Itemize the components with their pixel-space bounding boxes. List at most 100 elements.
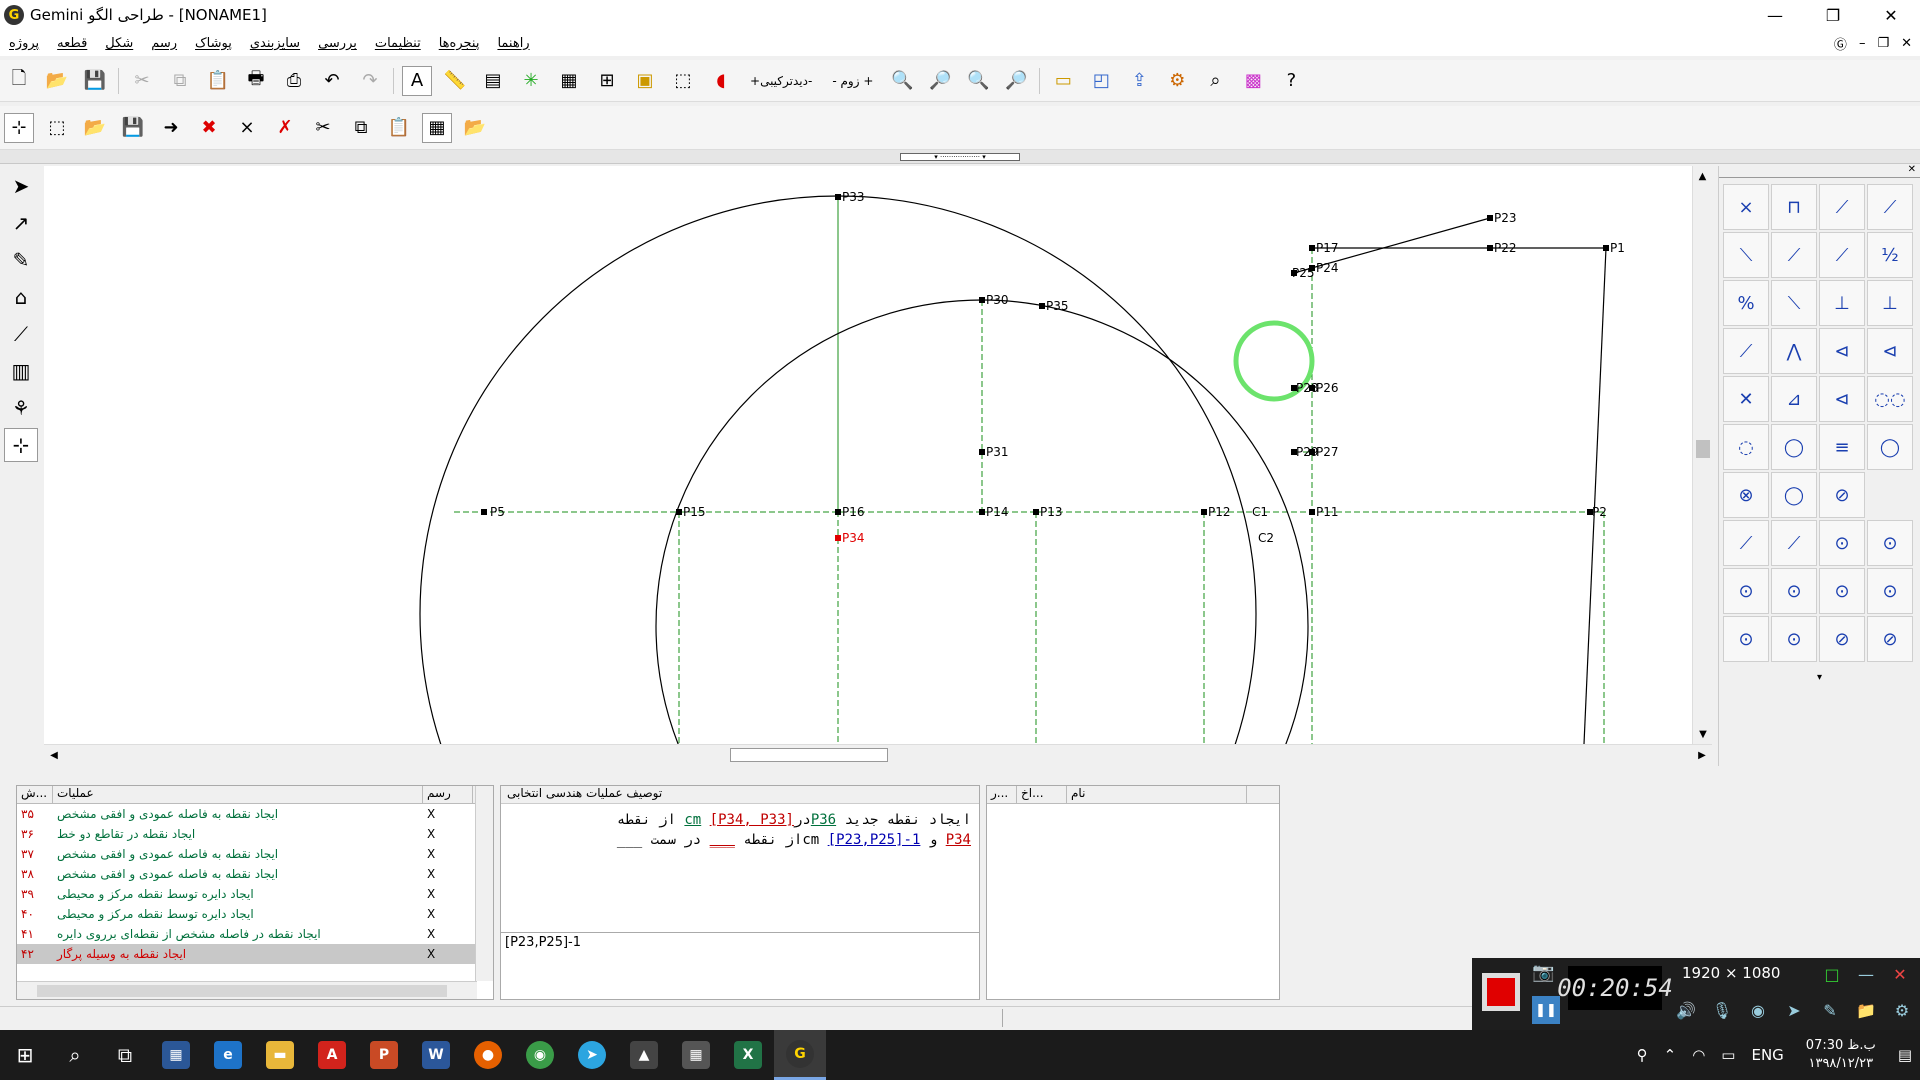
recorder-close-icon[interactable]: ✕: [1886, 960, 1914, 988]
scroll-down-icon[interactable]: ▼: [1693, 724, 1713, 744]
curve-tool-icon[interactable]: ↗: [4, 206, 38, 240]
firefox-app[interactable]: ●: [462, 1030, 514, 1080]
geometry-tool-icon[interactable]: ◯: [1771, 424, 1817, 470]
point-mode-icon[interactable]: ⊹: [4, 112, 34, 143]
point-marker-p16[interactable]: [835, 509, 841, 515]
task-view-icon[interactable]: ⧉: [100, 1030, 150, 1080]
geometry-tool-icon[interactable]: ⟋: [1771, 520, 1817, 566]
point-marker-p33[interactable]: [835, 194, 841, 200]
geometry-tool-icon[interactable]: ×: [1723, 184, 1769, 230]
minimize-button[interactable]: —: [1746, 0, 1804, 30]
open-folder-small-icon[interactable]: 📂: [460, 113, 490, 143]
point-marker-p22[interactable]: [1487, 245, 1493, 251]
search-icon[interactable]: ⌕: [50, 1030, 100, 1080]
drawing-canvas[interactable]: P33 P30 P35 P31 P5 P15 P16 P14 P13 P12 P11 P34 P23 P1…: [44, 166, 1692, 744]
point-marker-p15[interactable]: [676, 509, 682, 515]
palette-more-icon[interactable]: ▾: [1719, 672, 1920, 683]
calculator-icon[interactable]: ▦: [422, 112, 452, 143]
help-icon[interactable]: ?: [1276, 66, 1306, 96]
geometry-tool-icon[interactable]: ⊲: [1819, 328, 1865, 374]
geometry-tool-icon[interactable]: ½: [1867, 232, 1913, 278]
geometry-tool-icon[interactable]: ⟍: [1723, 232, 1769, 278]
edge-app[interactable]: e: [202, 1030, 254, 1080]
pause-icon[interactable]: ❚❚: [1532, 996, 1560, 1024]
pen-icon[interactable]: ✎: [1816, 996, 1844, 1024]
zoom-fit-icon[interactable]: 🔍: [963, 66, 993, 96]
menu-settings[interactable]: تنظیمات: [366, 36, 430, 51]
geometry-tool-icon[interactable]: ⟋: [1723, 328, 1769, 374]
wifi-icon[interactable]: ◠: [1692, 1046, 1705, 1064]
point-marker-p30[interactable]: [979, 297, 985, 303]
open-icon[interactable]: 📂: [80, 113, 110, 143]
folder-icon[interactable]: 📁: [1852, 996, 1880, 1024]
geometry-tool-icon[interactable]: ⊙: [1819, 568, 1865, 614]
col-draw-header[interactable]: رسم: [423, 786, 473, 803]
plotter-icon[interactable]: ⎙: [279, 66, 309, 96]
geometry-tool-icon[interactable]: ⊙: [1723, 568, 1769, 614]
canvas-horizontal-scrollbar[interactable]: ◀ ▶: [44, 744, 1712, 764]
operations-vertical-scrollbar[interactable]: [475, 786, 493, 981]
paste-small-icon[interactable]: 📋: [384, 113, 414, 143]
geometry-tool-icon[interactable]: ⊗: [1723, 472, 1769, 518]
menu-draw[interactable]: رسم: [142, 36, 186, 51]
pen-tool-icon[interactable]: ✎: [4, 243, 38, 277]
geometry-tool-icon[interactable]: ◌◌: [1867, 376, 1913, 422]
geometry-tool-icon[interactable]: ⊙: [1867, 568, 1913, 614]
scroll-thumb[interactable]: [37, 985, 447, 997]
desc-unit[interactable]: cm: [684, 812, 701, 828]
menu-garment[interactable]: پوشاک: [186, 36, 241, 51]
export-icon[interactable]: ⇪: [1124, 66, 1154, 96]
camera-icon[interactable]: 📷: [1532, 962, 1560, 990]
marker-icon[interactable]: ◰: [1086, 66, 1116, 96]
close-button[interactable]: ✕: [1862, 0, 1920, 30]
language-indicator[interactable]: ENG: [1751, 1046, 1783, 1064]
operation-row[interactable]: ۴۱ ایجاد نقطه در فاصله مشخص از نقطه‌ای بر…: [17, 924, 493, 944]
geometry-tool-icon[interactable]: ⊲: [1819, 376, 1865, 422]
redo-icon[interactable]: ↷: [355, 66, 385, 96]
region-icon[interactable]: □: [1818, 960, 1846, 988]
geometry-tool-icon[interactable]: ⋀: [1771, 328, 1817, 374]
record-stop-button[interactable]: [1482, 973, 1520, 1011]
points-tool-icon[interactable]: ⊹: [4, 428, 38, 462]
new-file-icon[interactable]: 🗋: [4, 66, 34, 96]
point-marker-p23[interactable]: [1487, 215, 1493, 221]
colors-icon[interactable]: ▩: [1238, 66, 1268, 96]
geometry-tool-icon[interactable]: ⊥: [1867, 280, 1913, 326]
recorder-minimize-icon[interactable]: —: [1852, 960, 1880, 988]
word-app[interactable]: W: [410, 1030, 462, 1080]
clock[interactable]: 07:30 ب.ظ ۱۳۹۸/۱۲/۲۳: [1806, 1037, 1876, 1073]
chrome-app[interactable]: ◉: [514, 1030, 566, 1080]
point-marker-p12[interactable]: [1201, 509, 1207, 515]
photos-app[interactable]: ▲: [618, 1030, 670, 1080]
snap-icon[interactable]: ✳: [516, 66, 546, 96]
zoom-prev-icon[interactable]: 🔎: [925, 66, 955, 96]
geometry-tool-icon[interactable]: ⊘: [1867, 616, 1913, 662]
iron-tool-icon[interactable]: ⌂: [4, 280, 38, 314]
scroll-up-icon[interactable]: ▲: [1693, 166, 1712, 186]
geometry-tool-icon[interactable]: ◯: [1771, 472, 1817, 518]
canvas-vertical-scrollbar[interactable]: ▲ ▼: [1692, 166, 1712, 744]
measure-icon[interactable]: ⊞: [592, 66, 622, 96]
select-arrow-icon[interactable]: ➤: [4, 169, 38, 203]
geometry-tool-icon[interactable]: ⟋: [1819, 184, 1865, 230]
copy-small-icon[interactable]: ⧉: [346, 113, 376, 143]
geometry-tool-icon[interactable]: ⊘: [1819, 472, 1865, 518]
splitter-grip[interactable]: ▾ ·················· ▾: [900, 153, 1020, 161]
find-icon[interactable]: ⌕: [1200, 66, 1230, 96]
point-marker-p26[interactable]: [1309, 385, 1315, 391]
point-marker-p11[interactable]: [1309, 509, 1315, 515]
geometry-tool-icon[interactable]: ⊙: [1723, 616, 1769, 662]
combined-view-control[interactable]: +دیدترکیبی-: [744, 66, 818, 96]
webcam-icon[interactable]: ◉: [1744, 996, 1772, 1024]
geometry-tool-icon[interactable]: ⊓: [1771, 184, 1817, 230]
text-tool-icon[interactable]: A: [402, 65, 432, 96]
geometry-tool-icon[interactable]: ⊙: [1771, 568, 1817, 614]
menu-review[interactable]: بررسی: [309, 36, 366, 51]
paste-icon[interactable]: 📋: [203, 66, 233, 96]
point-marker-p1[interactable]: [1603, 245, 1609, 251]
powerpoint-app[interactable]: P: [358, 1030, 410, 1080]
geometry-tool-icon[interactable]: ⟋: [1771, 232, 1817, 278]
geometry-tool-icon[interactable]: ✕: [1723, 376, 1769, 422]
operation-row[interactable]: ۳۷ ایجاد نقطه به فاصله عمودی و افقی مشخص X: [17, 844, 493, 864]
print-icon[interactable]: 🖶: [241, 66, 271, 96]
